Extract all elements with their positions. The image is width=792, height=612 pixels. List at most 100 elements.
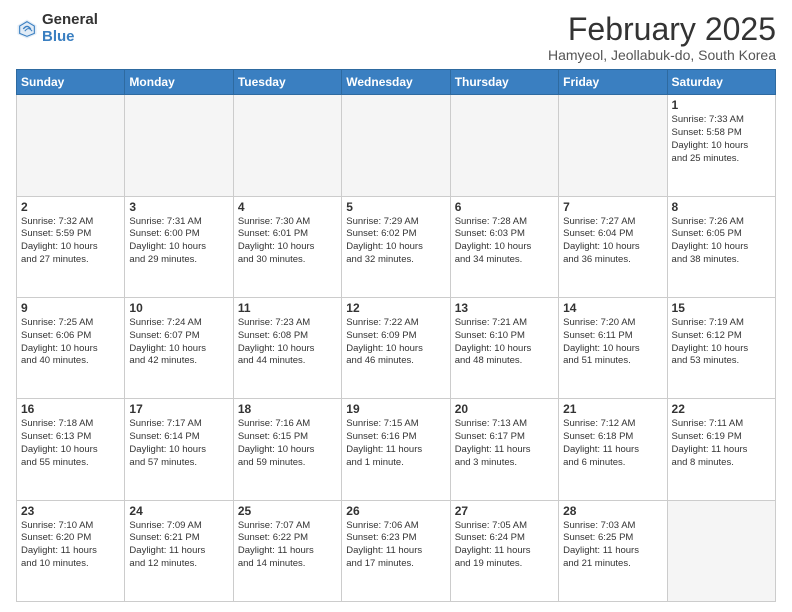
- month-title: February 2025: [548, 12, 776, 47]
- day-number: 18: [238, 402, 337, 416]
- day-number: 11: [238, 301, 337, 315]
- calendar-cell: 1Sunrise: 7:33 AM Sunset: 5:58 PM Daylig…: [667, 95, 775, 196]
- day-number: 13: [455, 301, 554, 315]
- calendar-cell: 23 Sunrise: 7:10 AM Sunset: 6:20 PM Dayli…: [17, 500, 125, 601]
- calendar-cell: 18 Sunrise: 7:16 AM Sunset: 6:15 PM Dayli…: [233, 399, 341, 500]
- day-header: Thursday: [450, 70, 558, 95]
- day-number: 14: [563, 301, 662, 315]
- cell-info: Sunrise: 7:06 AM Sunset: 6:23 PM Dayligh…: [346, 520, 445, 571]
- day-number: 25: [238, 504, 337, 518]
- calendar-cell: 16 Sunrise: 7:18 AM Sunset: 6:13 PM Dayli…: [17, 399, 125, 500]
- day-header: Saturday: [667, 70, 775, 95]
- cell-info: Sunrise: 7:11 AM Sunset: 6:19 PM Dayligh…: [672, 418, 771, 469]
- day-number: 4: [238, 200, 337, 214]
- day-number: 22: [672, 402, 771, 416]
- logo-general-label: General: [42, 12, 98, 29]
- day-header: Friday: [559, 70, 667, 95]
- cell-info: Sunrise: 7:31 AM Sunset: 6:00 PM Dayligh…: [129, 216, 228, 267]
- calendar-cell: 20Sunrise: 7:13 AM Sunset: 6:17 PM Dayli…: [450, 399, 558, 500]
- day-number: 9: [21, 301, 120, 315]
- calendar-cell: 7 Sunrise: 7:27 AM Sunset: 6:04 PM Daylig…: [559, 196, 667, 297]
- calendar-cell: 14 Sunrise: 7:20 AM Sunset: 6:11 PM Dayli…: [559, 297, 667, 398]
- calendar-cell: [125, 95, 233, 196]
- cell-info: Sunrise: 7:09 AM Sunset: 6:21 PM Dayligh…: [129, 520, 228, 571]
- day-header: Sunday: [17, 70, 125, 95]
- cell-info: Sunrise: 7:05 AM Sunset: 6:24 PM Dayligh…: [455, 520, 554, 571]
- cell-info: Sunrise: 7:28 AM Sunset: 6:03 PM Dayligh…: [455, 216, 554, 267]
- calendar-cell: [342, 95, 450, 196]
- page: General Blue February 2025 Hamyeol, Jeol…: [0, 0, 792, 612]
- day-number: 12: [346, 301, 445, 315]
- cell-info: Sunrise: 7:21 AM Sunset: 6:10 PM Dayligh…: [455, 317, 554, 368]
- calendar-cell: 15Sunrise: 7:19 AM Sunset: 6:12 PM Dayli…: [667, 297, 775, 398]
- cell-info: Sunrise: 7:15 AM Sunset: 6:16 PM Dayligh…: [346, 418, 445, 469]
- cell-info: Sunrise: 7:24 AM Sunset: 6:07 PM Dayligh…: [129, 317, 228, 368]
- cell-info: Sunrise: 7:16 AM Sunset: 6:15 PM Dayligh…: [238, 418, 337, 469]
- cell-info: Sunrise: 7:32 AM Sunset: 5:59 PM Dayligh…: [21, 216, 120, 267]
- calendar-cell: 9 Sunrise: 7:25 AM Sunset: 6:06 PM Daylig…: [17, 297, 125, 398]
- day-number: 19: [346, 402, 445, 416]
- logo-text: General Blue: [42, 12, 98, 45]
- logo: General Blue: [16, 12, 98, 45]
- cell-info: Sunrise: 7:20 AM Sunset: 6:11 PM Dayligh…: [563, 317, 662, 368]
- calendar-cell: 28 Sunrise: 7:03 AM Sunset: 6:25 PM Dayli…: [559, 500, 667, 601]
- day-number: 2: [21, 200, 120, 214]
- cell-info: Sunrise: 7:10 AM Sunset: 6:20 PM Dayligh…: [21, 520, 120, 571]
- calendar-cell: 5 Sunrise: 7:29 AM Sunset: 6:02 PM Daylig…: [342, 196, 450, 297]
- day-number: 23: [21, 504, 120, 518]
- day-number: 21: [563, 402, 662, 416]
- calendar-cell: 12Sunrise: 7:22 AM Sunset: 6:09 PM Dayli…: [342, 297, 450, 398]
- cell-info: Sunrise: 7:12 AM Sunset: 6:18 PM Dayligh…: [563, 418, 662, 469]
- calendar-cell: 3 Sunrise: 7:31 AM Sunset: 6:00 PM Daylig…: [125, 196, 233, 297]
- calendar-cell: 21 Sunrise: 7:12 AM Sunset: 6:18 PM Dayli…: [559, 399, 667, 500]
- day-number: 16: [21, 402, 120, 416]
- day-number: 6: [455, 200, 554, 214]
- calendar-cell: 22 Sunrise: 7:11 AM Sunset: 6:19 PM Dayli…: [667, 399, 775, 500]
- calendar-cell: 11 Sunrise: 7:23 AM Sunset: 6:08 PM Dayli…: [233, 297, 341, 398]
- day-number: 7: [563, 200, 662, 214]
- cell-info: Sunrise: 7:03 AM Sunset: 6:25 PM Dayligh…: [563, 520, 662, 571]
- cell-info: Sunrise: 7:17 AM Sunset: 6:14 PM Dayligh…: [129, 418, 228, 469]
- calendar-cell: 17 Sunrise: 7:17 AM Sunset: 6:14 PM Dayli…: [125, 399, 233, 500]
- cell-info: Sunrise: 7:25 AM Sunset: 6:06 PM Dayligh…: [21, 317, 120, 368]
- calendar-cell: 6 Sunrise: 7:28 AM Sunset: 6:03 PM Daylig…: [450, 196, 558, 297]
- calendar-cell: 13 Sunrise: 7:21 AM Sunset: 6:10 PM Dayli…: [450, 297, 558, 398]
- calendar-cell: 19 Sunrise: 7:15 AM Sunset: 6:16 PM Dayli…: [342, 399, 450, 500]
- cell-info: Sunrise: 7:30 AM Sunset: 6:01 PM Dayligh…: [238, 216, 337, 267]
- calendar-cell: 26 Sunrise: 7:06 AM Sunset: 6:23 PM Dayli…: [342, 500, 450, 601]
- calendar-cell: [17, 95, 125, 196]
- cell-info: Sunrise: 7:23 AM Sunset: 6:08 PM Dayligh…: [238, 317, 337, 368]
- calendar-cell: [667, 500, 775, 601]
- cell-info: Sunrise: 7:33 AM Sunset: 5:58 PM Dayligh…: [672, 114, 771, 165]
- day-number: 10: [129, 301, 228, 315]
- cell-info: Sunrise: 7:07 AM Sunset: 6:22 PM Dayligh…: [238, 520, 337, 571]
- cell-info: Sunrise: 7:29 AM Sunset: 6:02 PM Dayligh…: [346, 216, 445, 267]
- calendar-cell: 27 Sunrise: 7:05 AM Sunset: 6:24 PM Dayli…: [450, 500, 558, 601]
- calendar-cell: 24 Sunrise: 7:09 AM Sunset: 6:21 PM Dayli…: [125, 500, 233, 601]
- calendar-cell: 8Sunrise: 7:26 AM Sunset: 6:05 PM Daylig…: [667, 196, 775, 297]
- day-number: 8: [672, 200, 771, 214]
- day-number: 15: [672, 301, 771, 315]
- day-number: 5: [346, 200, 445, 214]
- cell-info: Sunrise: 7:13 AM Sunset: 6:17 PM Dayligh…: [455, 418, 554, 469]
- day-number: 17: [129, 402, 228, 416]
- calendar-cell: [559, 95, 667, 196]
- calendar-cell: 2 Sunrise: 7:32 AM Sunset: 5:59 PM Daylig…: [17, 196, 125, 297]
- location: Hamyeol, Jeollabuk-do, South Korea: [548, 47, 776, 63]
- day-number: 27: [455, 504, 554, 518]
- day-number: 26: [346, 504, 445, 518]
- day-number: 28: [563, 504, 662, 518]
- calendar-cell: 4 Sunrise: 7:30 AM Sunset: 6:01 PM Daylig…: [233, 196, 341, 297]
- cell-info: Sunrise: 7:18 AM Sunset: 6:13 PM Dayligh…: [21, 418, 120, 469]
- title-block: February 2025 Hamyeol, Jeollabuk-do, Sou…: [548, 12, 776, 63]
- logo-blue-label: Blue: [42, 29, 98, 46]
- header: General Blue February 2025 Hamyeol, Jeol…: [16, 12, 776, 63]
- calendar-cell: [450, 95, 558, 196]
- calendar-cell: 25 Sunrise: 7:07 AM Sunset: 6:22 PM Dayli…: [233, 500, 341, 601]
- calendar-cell: [233, 95, 341, 196]
- day-number: 3: [129, 200, 228, 214]
- calendar-cell: 10 Sunrise: 7:24 AM Sunset: 6:07 PM Dayli…: [125, 297, 233, 398]
- day-number: 24: [129, 504, 228, 518]
- logo-icon: [16, 18, 38, 40]
- cell-info: Sunrise: 7:27 AM Sunset: 6:04 PM Dayligh…: [563, 216, 662, 267]
